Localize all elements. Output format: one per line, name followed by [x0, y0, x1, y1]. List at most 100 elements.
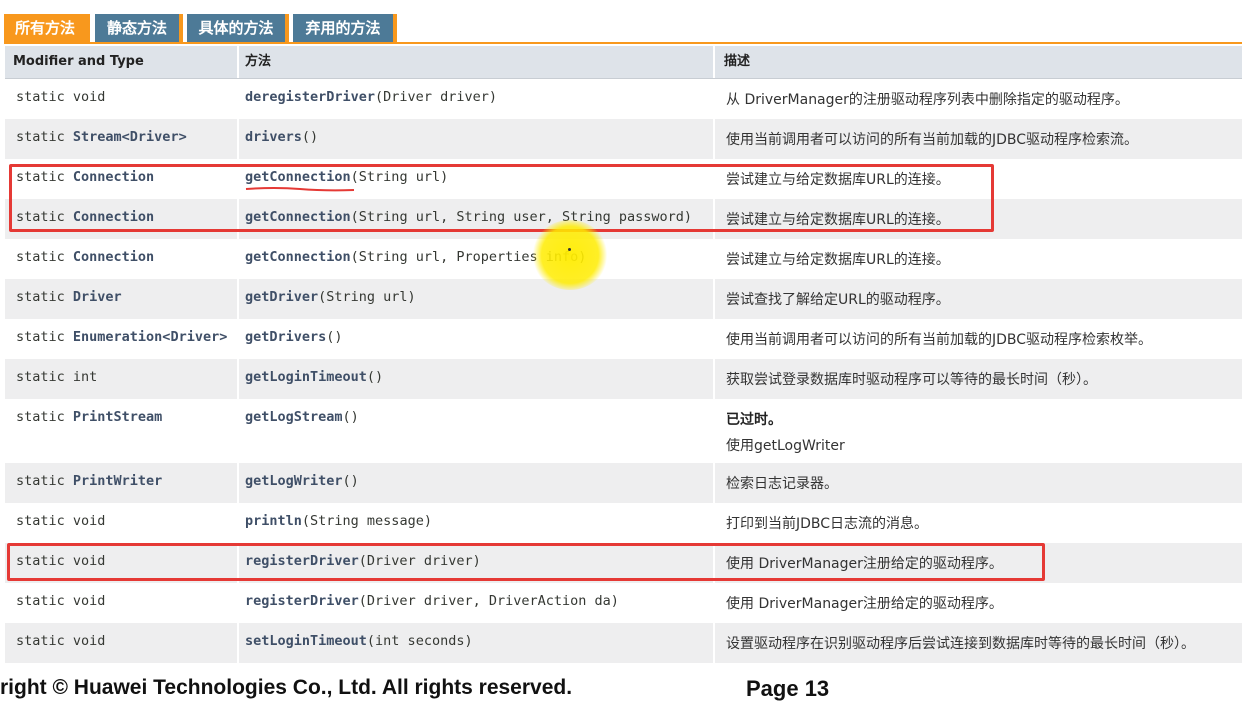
description-text: 使用当前调用者可以访问的所有当前加载的JDBC驱动程序检索流。 [726, 132, 1139, 148]
method-params: () [326, 329, 343, 345]
header-description: 描述 [724, 54, 751, 69]
description-cell: 尝试建立与给定数据库URL的连接。 [713, 239, 1242, 279]
modifier-cell: static void [5, 583, 237, 623]
description-cell: 使用当前调用者可以访问的所有当前加载的JDBC驱动程序检索流。 [713, 119, 1242, 159]
table-row: static int getLoginTimeout() 获取尝试登录数据库时驱动程… [5, 359, 1242, 399]
modifier-cell: static Connection [5, 199, 237, 239]
modifier-text: static void [16, 633, 106, 649]
method-name-link[interactable]: getLoginTimeout [245, 369, 367, 385]
return-type-link[interactable]: Connection [73, 209, 154, 225]
method-name-link[interactable]: registerDriver [245, 553, 359, 569]
return-type-link[interactable]: PrintWriter [73, 473, 162, 489]
description-cell: 使用 DriverManager注册给定的驱动程序。 [713, 583, 1242, 623]
footer-page-number: Page 13 [746, 676, 830, 701]
method-name-link[interactable]: getDriver [245, 289, 318, 305]
method-params: (int seconds) [366, 633, 473, 649]
method-params: (String message) [301, 513, 432, 529]
table-row: static Stream<Driver> drivers() 使用当前调用者可以访… [5, 119, 1242, 159]
cursor-pointer-icon [568, 248, 571, 251]
description-text: 尝试查找了解给定URL的驱动程序。 [726, 292, 950, 308]
description-cell: 尝试建立与给定数据库URL的连接。 [713, 159, 1242, 199]
method-name-link[interactable]: drivers [245, 129, 302, 145]
description-text: 尝试建立与给定数据库URL的连接。 [726, 252, 950, 268]
description-text: 从 DriverManager的注册驱动程序列表中删除指定的驱动程序。 [726, 92, 1129, 108]
method-cell: getLogWriter() [237, 463, 713, 503]
tab-static-methods[interactable]: 静态方法 [95, 14, 183, 42]
description-text: 使用getLogWriter [726, 438, 845, 454]
return-type-link[interactable]: PrintStream [73, 409, 162, 425]
tab-underline [4, 42, 1242, 44]
method-name-link[interactable]: getConnection [245, 169, 351, 185]
method-cell: registerDriver(Driver driver, DriverActi… [237, 583, 713, 623]
method-params: () [301, 129, 319, 145]
method-name-link[interactable]: getConnection [245, 209, 351, 225]
modifier-cell: static Driver [5, 279, 237, 319]
description-text: 尝试建立与给定数据库URL的连接。 [726, 172, 950, 188]
method-cell: println(String message) [237, 503, 713, 543]
description-text: 使用当前调用者可以访问的所有当前加载的JDBC驱动程序检索枚举。 [726, 332, 1153, 348]
return-type-link[interactable]: Driver [73, 289, 122, 305]
modifier-text: static [16, 289, 73, 305]
tab-all-methods[interactable]: 所有方法 [4, 14, 90, 42]
description-text: 使用 DriverManager注册给定的驱动程序。 [726, 556, 1003, 572]
method-name-link[interactable]: println [245, 513, 302, 529]
method-name-link[interactable]: getLogWriter [245, 473, 343, 489]
method-cell: getDriver(String url) [237, 279, 713, 319]
header-modifier: Modifier and Type [13, 54, 144, 69]
description-text: 打印到当前JDBC日志流的消息。 [726, 516, 929, 532]
table-row: static void registerDriver(Driver driver,… [5, 583, 1242, 623]
description-text: 尝试建立与给定数据库URL的连接。 [726, 212, 950, 228]
return-type-link[interactable]: Connection [73, 249, 154, 265]
description-cell: 已过时。使用getLogWriter [713, 399, 1242, 463]
method-tabs: 所有方法 静态方法 具体的方法 弃用的方法 [0, 14, 1244, 44]
method-name-link[interactable]: deregisterDriver [245, 89, 375, 105]
method-params: () [366, 369, 384, 385]
modifier-text: static [16, 129, 73, 145]
modifier-cell: static Connection [5, 159, 237, 199]
table-row: static void registerDriver(Driver driver)… [5, 543, 1242, 583]
method-name-link[interactable]: getLogStream [245, 409, 343, 425]
method-name-link[interactable]: registerDriver [245, 593, 359, 609]
return-type-link[interactable]: Enumeration<Driver> [73, 329, 227, 345]
method-cell: deregisterDriver(Driver driver) [237, 79, 713, 119]
method-params: (String url, Properties info) [350, 249, 587, 265]
modifier-text: static int [16, 369, 98, 385]
method-name-link[interactable]: getConnection [245, 249, 351, 265]
method-params: (String url, String user, String passwor… [350, 209, 693, 225]
modifier-cell: static PrintStream [5, 399, 237, 463]
modifier-text: static void [16, 553, 106, 569]
modifier-text: static [16, 169, 73, 185]
modifier-cell: static void [5, 79, 237, 119]
tab-deprecated-methods[interactable]: 弃用的方法 [293, 14, 397, 42]
method-params: () [342, 473, 359, 489]
method-cell: getDrivers() [237, 319, 713, 359]
modifier-text: static [16, 209, 73, 225]
modifier-text: static void [16, 513, 106, 529]
return-type-link[interactable]: Stream<Driver> [73, 129, 187, 145]
header-divider [713, 46, 715, 78]
description-cell: 尝试查找了解给定URL的驱动程序。 [713, 279, 1242, 319]
method-cell: drivers() [237, 119, 713, 159]
return-type-link[interactable]: Connection [73, 169, 154, 185]
method-name-link[interactable]: getDrivers [245, 329, 326, 345]
modifier-cell: static Enumeration<Driver> [5, 319, 237, 359]
tab-concrete-methods[interactable]: 具体的方法 [187, 14, 289, 42]
modifier-cell: static void [5, 623, 237, 663]
method-params: (Driver driver) [375, 89, 497, 105]
modifier-cell: static void [5, 543, 237, 583]
footer-copyright: right © Huawei Technologies Co., Ltd. Al… [0, 676, 573, 699]
table-header: Modifier and Type 方法 描述 [5, 46, 1242, 79]
modifier-cell: static Stream<Driver> [5, 119, 237, 159]
table-body: static void deregisterDriver(Driver drive… [5, 79, 1242, 663]
method-cell: getConnection(String url) [237, 159, 713, 199]
method-cell: setLoginTimeout(int seconds) [237, 623, 713, 663]
method-params: (Driver driver) [358, 553, 481, 569]
method-cell: getConnection(String url, Properties inf… [237, 239, 713, 279]
method-name-link[interactable]: setLoginTimeout [245, 633, 367, 649]
table-row: static Connection getConnection(String ur… [5, 159, 1242, 199]
table-row: static PrintStream getLogStream() 已过时。 使用ge… [5, 399, 1242, 463]
deprecated-label: 已过时。 [726, 412, 782, 428]
method-cell: getLogStream() [237, 399, 713, 463]
method-summary-table: Modifier and Type 方法 描述 static void dereg… [5, 46, 1242, 663]
method-cell: getConnection(String url, String user, S… [237, 199, 713, 239]
